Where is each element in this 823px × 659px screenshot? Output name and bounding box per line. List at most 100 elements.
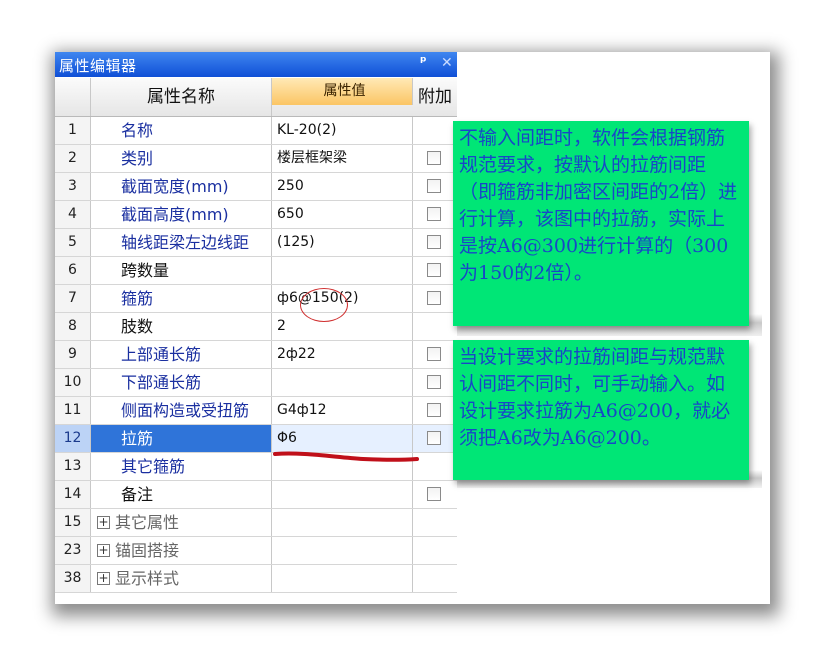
table-row[interactable]: 38 + 显示样式 xyxy=(55,565,457,593)
row-number: 8 xyxy=(55,313,91,340)
property-name[interactable]: 截面宽度(mm) xyxy=(91,173,272,200)
row-number: 5 xyxy=(55,229,91,256)
row-number: 1 xyxy=(55,117,91,144)
property-value[interactable] xyxy=(272,369,413,396)
add-cell xyxy=(413,537,457,564)
add-cell xyxy=(413,509,457,536)
row-number: 23 xyxy=(55,537,91,564)
header-value[interactable]: 属性值 xyxy=(272,78,413,105)
table-row[interactable]: 4 截面高度(mm) 650 xyxy=(55,201,457,229)
add-checkbox[interactable] xyxy=(427,375,441,389)
property-value[interactable] xyxy=(272,481,413,508)
add-checkbox[interactable] xyxy=(427,291,441,305)
property-name[interactable]: 上部通长筋 xyxy=(91,341,272,368)
table-header: 属性名称 属性值 附加 xyxy=(55,78,457,117)
plus-expand-icon[interactable]: + xyxy=(97,516,110,529)
note-callout-2: 当设计要求的拉筋间距与规范默认间距不同时，可手动输入。如设计要求拉筋为A6@20… xyxy=(453,340,749,480)
table-row[interactable]: 3 截面宽度(mm) 250 xyxy=(55,173,457,201)
add-checkbox[interactable] xyxy=(427,235,441,249)
annotation-red-circle xyxy=(300,288,348,322)
table-row[interactable]: 10 下部通长筋 xyxy=(55,369,457,397)
table-row[interactable]: 14 备注 xyxy=(55,481,457,509)
add-cell xyxy=(413,369,457,396)
table-row[interactable]: 6 跨数量 xyxy=(55,257,457,285)
property-name[interactable]: 侧面构造或受扭筋 xyxy=(91,397,272,424)
property-name[interactable]: + 其它属性 xyxy=(91,509,272,536)
table-row[interactable]: 1 名称 KL-20(2) xyxy=(55,117,457,145)
add-cell xyxy=(413,145,457,172)
property-value[interactable] xyxy=(272,509,413,536)
row-number: 12 xyxy=(55,425,91,452)
group-label: 其它属性 xyxy=(115,513,180,532)
table-row[interactable]: 5 轴线距梁左边线距 (125) xyxy=(55,229,457,257)
add-cell xyxy=(413,481,457,508)
property-name[interactable]: 名称 xyxy=(91,117,272,144)
row-number: 11 xyxy=(55,397,91,424)
property-name[interactable]: 跨数量 xyxy=(91,257,272,284)
add-checkbox[interactable] xyxy=(427,207,441,221)
close-icon[interactable]: ✕ xyxy=(441,55,453,71)
group-label: 锚固搭接 xyxy=(115,541,180,560)
add-cell xyxy=(413,173,457,200)
plus-expand-icon[interactable]: + xyxy=(97,572,110,585)
property-value[interactable] xyxy=(272,537,413,564)
property-editor-window: 属性编辑器 ᵖ ✕ 属性名称 属性值 附加 1 名称 KL-20(2) 2 类别 楼层框架… xyxy=(55,52,457,604)
property-name[interactable]: 肢数 xyxy=(91,313,272,340)
row-number: 2 xyxy=(55,145,91,172)
plus-expand-icon[interactable]: + xyxy=(97,544,110,557)
header-add[interactable]: 附加 xyxy=(413,78,457,116)
add-cell xyxy=(413,313,457,340)
add-checkbox[interactable] xyxy=(427,431,441,445)
add-cell xyxy=(413,285,457,312)
row-number: 6 xyxy=(55,257,91,284)
row-number: 9 xyxy=(55,341,91,368)
property-value[interactable]: (125) xyxy=(272,229,413,256)
add-cell xyxy=(413,229,457,256)
add-cell xyxy=(413,117,457,144)
add-cell xyxy=(413,257,457,284)
row-number: 4 xyxy=(55,201,91,228)
property-name[interactable]: 轴线距梁左边线距 xyxy=(91,229,272,256)
pin-icon[interactable]: ᵖ xyxy=(420,54,427,70)
property-value[interactable]: 2 xyxy=(272,313,413,340)
table-row[interactable]: 11 侧面构造或受扭筋 G4ф12 xyxy=(55,397,457,425)
add-checkbox[interactable] xyxy=(427,347,441,361)
property-value[interactable]: 650 xyxy=(272,201,413,228)
property-value[interactable]: 250 xyxy=(272,173,413,200)
property-value[interactable]: KL-20(2) xyxy=(272,117,413,144)
property-value[interactable]: 楼层框架梁 xyxy=(272,145,413,172)
property-name[interactable]: 拉筋 xyxy=(91,425,272,452)
add-checkbox[interactable] xyxy=(427,263,441,277)
add-checkbox[interactable] xyxy=(427,179,441,193)
group-label: 显示样式 xyxy=(115,569,180,588)
title-bar: 属性编辑器 ᵖ ✕ xyxy=(55,52,457,77)
property-name[interactable]: + 显示样式 xyxy=(91,565,272,592)
table-row[interactable]: 23 + 锚固搭接 xyxy=(55,537,457,565)
table-row[interactable]: 15 + 其它属性 xyxy=(55,509,457,537)
screenshot-card: 属性编辑器 ᵖ ✕ 属性名称 属性值 附加 1 名称 KL-20(2) 2 类别 楼层框架… xyxy=(55,52,770,604)
header-name[interactable]: 属性名称 xyxy=(91,78,272,116)
property-value[interactable]: 2ф22 xyxy=(272,341,413,368)
property-name[interactable]: + 锚固搭接 xyxy=(91,537,272,564)
table-row[interactable]: 8 肢数 2 xyxy=(55,313,457,341)
property-name[interactable]: 下部通长筋 xyxy=(91,369,272,396)
add-checkbox[interactable] xyxy=(427,403,441,417)
property-value[interactable] xyxy=(272,257,413,284)
property-value[interactable]: G4ф12 xyxy=(272,397,413,424)
add-checkbox[interactable] xyxy=(427,151,441,165)
row-number: 38 xyxy=(55,565,91,592)
row-number: 7 xyxy=(55,285,91,312)
property-name[interactable]: 箍筋 xyxy=(91,285,272,312)
property-value[interactable] xyxy=(272,565,413,592)
row-number: 13 xyxy=(55,453,91,480)
property-name[interactable]: 类别 xyxy=(91,145,272,172)
property-name[interactable]: 其它箍筋 xyxy=(91,453,272,480)
table-row[interactable]: 2 类别 楼层框架梁 xyxy=(55,145,457,173)
table-row[interactable]: 7 箍筋 ф6@150(2) xyxy=(55,285,457,313)
property-name[interactable]: 截面高度(mm) xyxy=(91,201,272,228)
add-cell xyxy=(413,565,457,592)
property-name[interactable]: 备注 xyxy=(91,481,272,508)
add-checkbox[interactable] xyxy=(427,487,441,501)
note-callout-1: 不输入间距时，软件会根据钢筋规范要求，按默认的拉筋间距（即箍筋非加密区间距的2倍… xyxy=(453,121,749,326)
table-row[interactable]: 9 上部通长筋 2ф22 xyxy=(55,341,457,369)
